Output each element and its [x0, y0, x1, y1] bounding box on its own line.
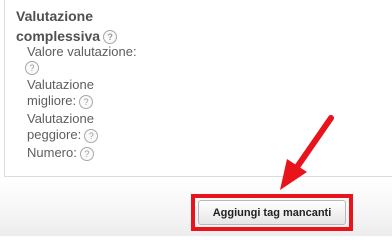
arrow-shaft: [292, 115, 334, 173]
add-missing-tags-button[interactable]: Aggiungi tag mancanti: [198, 200, 346, 225]
stage: Valutazione complessiva? Valore valutazi…: [0, 0, 392, 236]
